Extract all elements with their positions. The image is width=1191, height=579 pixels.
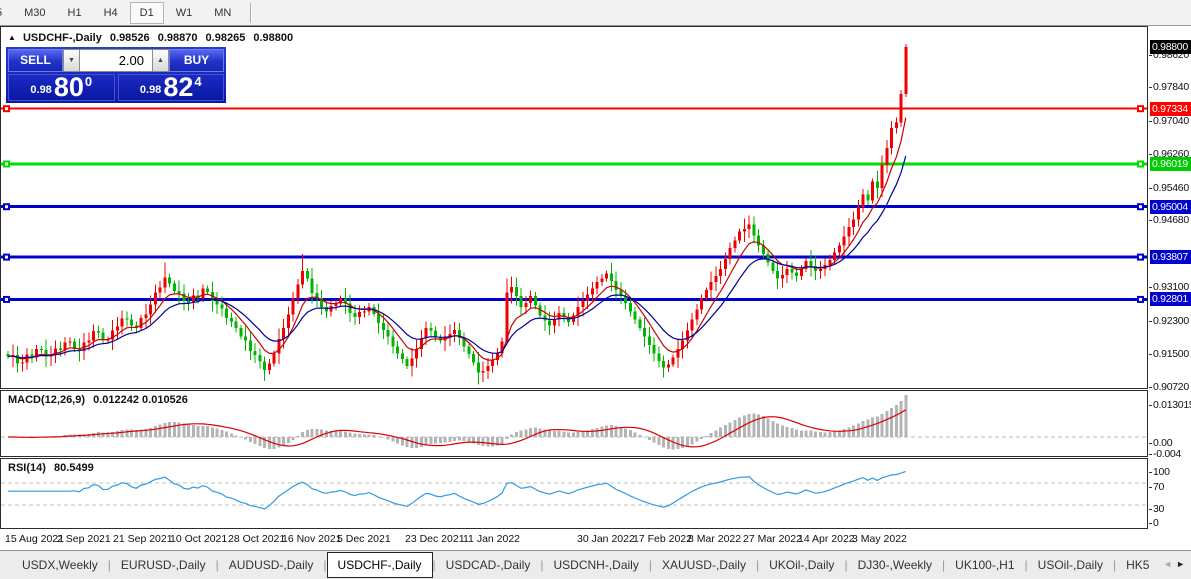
date-label: 16 Nov 2021 (282, 533, 342, 545)
date-label: 15 Aug 2021 (5, 533, 64, 545)
date-label: 8 Mar 2022 (688, 533, 741, 545)
date-label: 21 Sep 2021 (113, 533, 173, 545)
date-label: 14 Apr 2022 (798, 533, 855, 545)
rsi-header: RSI(14) 80.5499 (8, 462, 99, 474)
macd-indicator-panel[interactable]: MACD(12,26,9) 0.012242 0.010526 (0, 390, 1148, 457)
date-label: 17 Feb 2022 (633, 533, 692, 545)
price-chart-panel[interactable]: ▲ USDCHF-,Daily 0.98526 0.98870 0.98265 … (0, 26, 1148, 389)
tab-usoil-daily[interactable]: USOil-,Daily (1028, 553, 1113, 577)
macd-tick-label: -0.004 (1153, 448, 1181, 460)
tab-hk5[interactable]: HK5 (1116, 553, 1159, 577)
tab-usdcnh-daily[interactable]: USDCNH-,Daily (543, 553, 648, 577)
tab-ukoil-daily[interactable]: UKOil-,Daily (759, 553, 844, 577)
chart-symbol-label: USDCHF-,Daily (23, 32, 102, 44)
level-price-badge: 0.96019 (1150, 157, 1191, 171)
date-label: 11 Jan 2022 (463, 533, 520, 545)
price-tick-label: 0.97840 (1153, 81, 1189, 93)
rsi-line-chart[interactable] (1, 459, 1147, 528)
chart-title: ▲ USDCHF-,Daily 0.98526 0.98870 0.98265 … (8, 32, 298, 44)
ohlc-low: 0.98265 (206, 32, 246, 44)
tab-scroll-controls: ◄► (1163, 559, 1189, 569)
timeframe-button-d1[interactable]: D1 (130, 2, 164, 24)
tab-uk100-h1[interactable]: UK100-,H1 (945, 553, 1024, 577)
sell-price-display[interactable]: 0.98 80 0 (8, 74, 115, 101)
rsi-tick-label: 70 (1153, 481, 1164, 493)
volume-input[interactable]: 2.00 (80, 49, 152, 72)
time-axis[interactable]: 15 Aug 20212 Sep 202121 Sep 202110 Oct 2… (0, 529, 1148, 549)
sell-price-point: 0 (85, 74, 92, 89)
tab-xauusd-daily[interactable]: XAUUSD-,Daily (652, 553, 756, 577)
price-tick-label: 0.93100 (1153, 281, 1189, 293)
sell-button[interactable]: SELL (8, 49, 63, 72)
timeframe-toolbar: 5M30H1H4D1W1MN (0, 0, 1191, 26)
timeframe-button-h4[interactable]: H4 (94, 2, 128, 24)
level-price-badge: 0.92801 (1150, 292, 1191, 306)
timeframe-button-h1[interactable]: H1 (58, 2, 92, 24)
timeframe-button-w1[interactable]: W1 (166, 2, 203, 24)
ohlc-open: 0.98526 (110, 32, 150, 44)
buy-button[interactable]: BUY (169, 49, 224, 72)
trading-terminal-window: 5M30H1H4D1W1MN ▲ USDCHF-,Daily 0.98526 0… (0, 0, 1191, 579)
rsi-tick-label: 100 (1153, 466, 1170, 478)
rsi-indicator-panel[interactable]: RSI(14) 80.5499 (0, 458, 1148, 529)
buy-price-prefix: 0.98 (140, 84, 161, 96)
collapse-triangle-icon[interactable]: ▲ (8, 33, 16, 42)
macd-label: MACD(12,26,9) (8, 394, 85, 406)
volume-increase-button[interactable]: ▲ (152, 49, 169, 72)
toolbar-separator (250, 3, 252, 23)
tab-dj30-weekly[interactable]: DJ30-,Weekly (848, 553, 942, 577)
macd-tick-label: 0.013015 (1153, 399, 1191, 411)
price-tick-label: 0.94680 (1153, 214, 1189, 226)
ohlc-close: 0.98800 (253, 32, 293, 44)
timeframe-button-m30[interactable]: M30 (14, 2, 55, 24)
tab-usdchf-daily[interactable]: USDCHF-,Daily (327, 552, 433, 578)
price-tick-label: 0.90720 (1153, 381, 1189, 393)
macd-values: 0.012242 0.010526 (93, 394, 188, 406)
tab-scroll-left-icon[interactable]: ◄ (1163, 559, 1176, 569)
volume-decrease-button[interactable]: ▼ (63, 49, 80, 72)
price-tick-label: 0.92300 (1153, 315, 1189, 327)
tab-scroll-right-icon[interactable]: ► (1176, 559, 1189, 569)
level-price-badge: 0.97334 (1150, 102, 1191, 116)
price-tick-label: 0.91500 (1153, 348, 1189, 360)
price-tick-label: 0.98620 (1153, 49, 1189, 61)
date-label: 30 Jan 2022 (577, 533, 635, 545)
date-label: 27 Mar 2022 (743, 533, 802, 545)
level-price-badge: 0.95004 (1150, 200, 1191, 214)
rsi-tick-label: 30 (1153, 503, 1164, 515)
macd-header: MACD(12,26,9) 0.012242 0.010526 (8, 394, 193, 406)
level-price-badge: 0.93807 (1150, 250, 1191, 264)
date-label: 3 May 2022 (852, 533, 907, 545)
timeframe-button-5[interactable]: 5 (0, 2, 12, 24)
date-label: 2 Sep 2021 (57, 533, 111, 545)
date-label: 28 Oct 2021 (228, 533, 285, 545)
sell-price-pips: 80 (54, 75, 84, 99)
rsi-tick-label: 0 (1153, 517, 1159, 529)
tab-audusd-daily[interactable]: AUDUSD-,Daily (219, 553, 324, 577)
one-click-trading-panel: SELL ▼ 2.00 ▲ BUY 0.98 80 0 0.98 82 4 (6, 47, 226, 103)
price-axis[interactable]: 0.988000.986200.978400.970400.962600.954… (1149, 26, 1191, 550)
ohlc-high: 0.98870 (158, 32, 198, 44)
price-tick-label: 0.97040 (1153, 115, 1189, 127)
date-label: 5 Dec 2021 (337, 533, 391, 545)
tab-usdcad-daily[interactable]: USDCAD-,Daily (436, 553, 541, 577)
tab-usdx-weekly[interactable]: USDX,Weekly (12, 553, 108, 577)
sell-price-prefix: 0.98 (30, 84, 51, 96)
date-label: 10 Oct 2021 (170, 533, 227, 545)
timeframe-button-mn[interactable]: MN (204, 2, 241, 24)
buy-price-point: 4 (194, 74, 201, 89)
tab-eurusd-daily[interactable]: EURUSD-,Daily (111, 553, 216, 577)
buy-price-pips: 82 (163, 75, 193, 99)
chart-tabs-bar: USDX,Weekly|EURUSD-,Daily|AUDUSD-,Daily|… (0, 550, 1191, 579)
rsi-value: 80.5499 (54, 462, 94, 474)
date-label: 23 Dec 2021 (405, 533, 465, 545)
price-tick-label: 0.95460 (1153, 182, 1189, 194)
rsi-label: RSI(14) (8, 462, 46, 474)
buy-price-display[interactable]: 0.98 82 4 (118, 74, 225, 101)
